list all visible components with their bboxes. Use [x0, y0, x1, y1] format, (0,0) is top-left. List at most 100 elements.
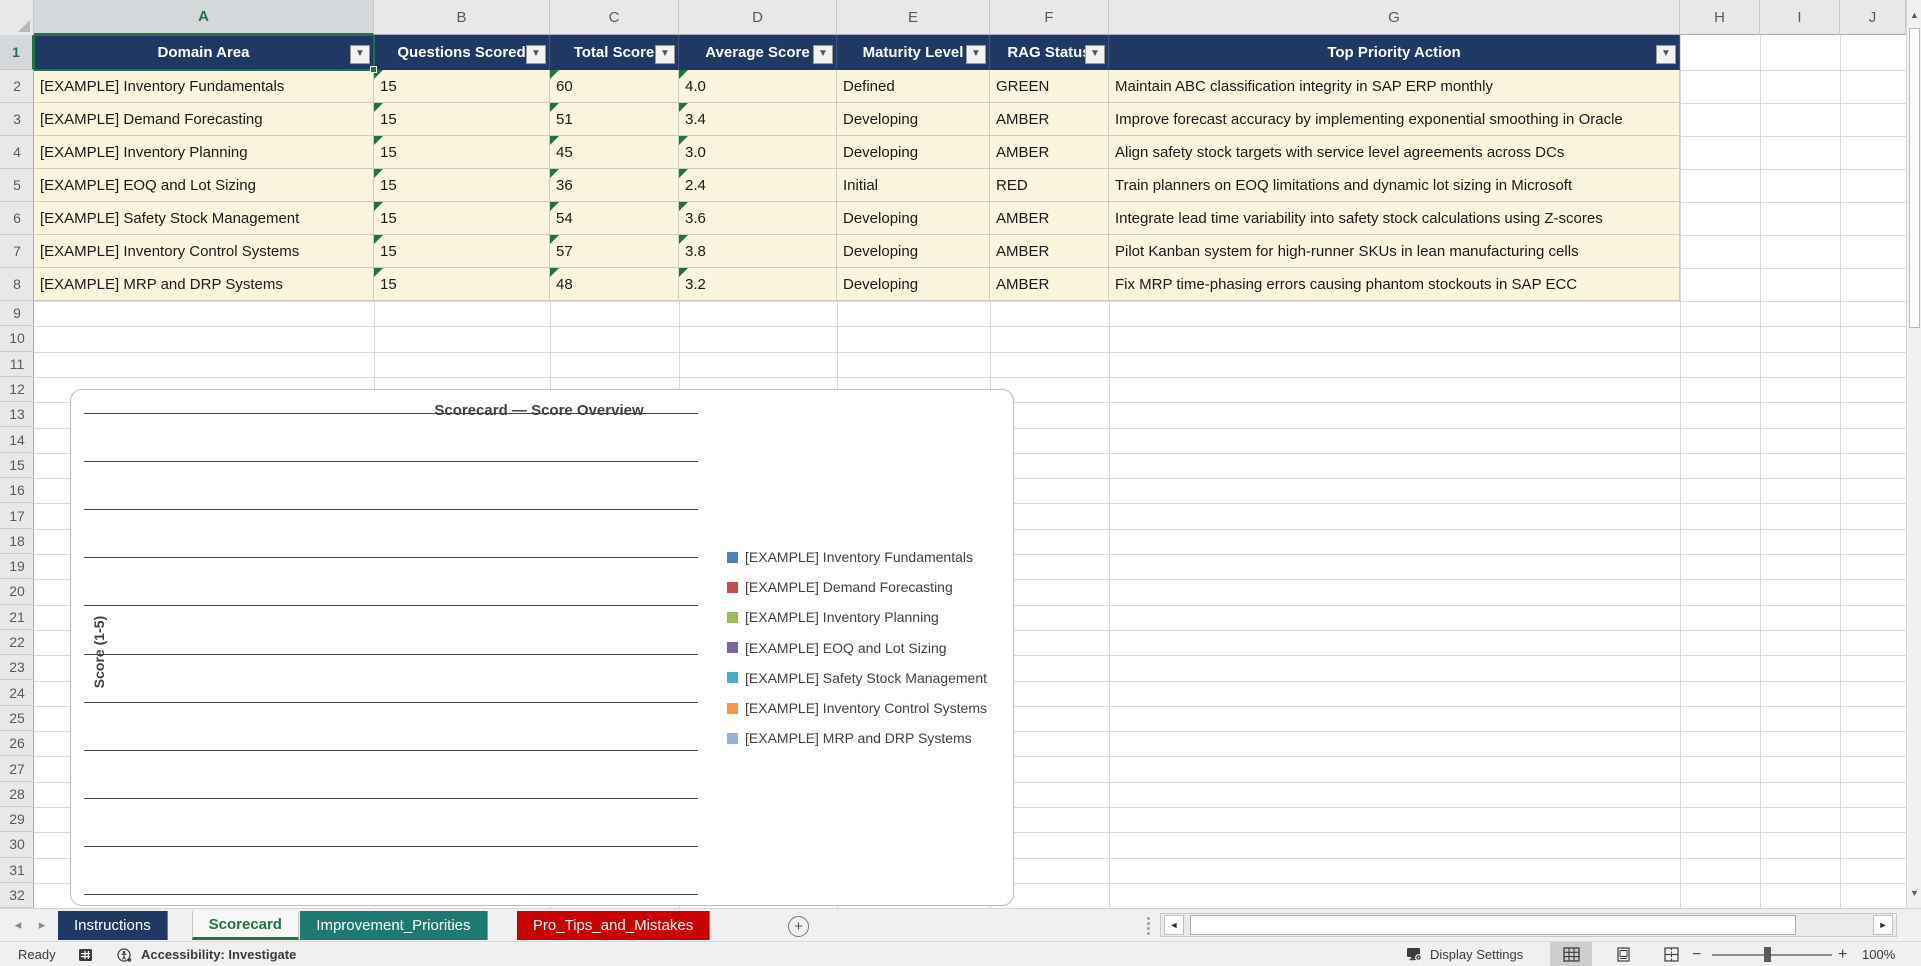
cell-F5[interactable]: RED [990, 169, 1109, 202]
cell-G5[interactable]: Train planners on EOQ limitations and dy… [1109, 169, 1680, 202]
sheet-tab-pro_tips_and_mistakes[interactable]: Pro_Tips_and_Mistakes [516, 911, 711, 940]
row-header-12[interactable]: 12 [0, 377, 34, 403]
macro-record-icon[interactable] [78, 942, 93, 966]
cell-C7[interactable]: 57 [550, 235, 679, 268]
table-header-top-priority-action[interactable]: Top Priority Action ▼ [1109, 35, 1680, 70]
row-header-27[interactable]: 27 [0, 756, 34, 782]
row-header-32[interactable]: 32 [0, 883, 34, 909]
cell-A3[interactable]: [EXAMPLE] Demand Forecasting [34, 103, 374, 136]
row-header-3[interactable]: 3 [0, 103, 34, 136]
row-header-13[interactable]: 13 [0, 402, 34, 428]
cell-G6[interactable]: Integrate lead time variability into saf… [1109, 202, 1680, 235]
cell-B7[interactable]: 15 [374, 235, 550, 268]
zoom-level[interactable]: 100% [1862, 942, 1895, 966]
row-header-19[interactable]: 19 [0, 554, 34, 580]
cell-A8[interactable]: [EXAMPLE] MRP and DRP Systems [34, 268, 374, 301]
row-header-11[interactable]: 11 [0, 352, 34, 377]
table-header-domain-area[interactable]: Domain Area ▼ [34, 35, 374, 70]
sheet-tab-instructions[interactable]: Instructions [58, 911, 168, 940]
column-header-J[interactable]: J [1840, 0, 1906, 35]
add-sheet-button[interactable]: + [788, 916, 809, 937]
cell-D7[interactable]: 3.8 [679, 235, 837, 268]
view-normal-button[interactable] [1550, 942, 1592, 966]
cell-F6[interactable]: AMBER [990, 202, 1109, 235]
column-header-A[interactable]: A [34, 0, 374, 35]
cell-A6[interactable]: [EXAMPLE] Safety Stock Management [34, 202, 374, 235]
cell-B3[interactable]: 15 [374, 103, 550, 136]
sheet-tab-improvement_priorities[interactable]: Improvement_Priorities [300, 911, 488, 940]
scroll-up-arrow-icon[interactable]: ▲ [1908, 4, 1921, 26]
column-header-B[interactable]: B [374, 0, 550, 35]
cell-E4[interactable]: Developing [837, 136, 990, 169]
cell-D6[interactable]: 3.6 [679, 202, 837, 235]
row-header-10[interactable]: 10 [0, 326, 34, 352]
column-header-C[interactable]: C [550, 0, 679, 35]
scroll-right-arrow-icon[interactable]: ► [1873, 915, 1893, 935]
cell-C5[interactable]: 36 [550, 169, 679, 202]
cell-D5[interactable]: 2.4 [679, 169, 837, 202]
zoom-slider-track[interactable] [1712, 954, 1832, 956]
cell-F3[interactable]: AMBER [990, 103, 1109, 136]
row-header-15[interactable]: 15 [0, 453, 34, 479]
cell-E2[interactable]: Defined [837, 70, 990, 103]
cell-C3[interactable]: 51 [550, 103, 679, 136]
row-header-4[interactable]: 4 [0, 136, 34, 169]
cell-A2[interactable]: [EXAMPLE] Inventory Fundamentals [34, 70, 374, 103]
row-header-21[interactable]: 21 [0, 605, 34, 630]
row-header-1[interactable]: 1 [0, 35, 34, 70]
cell-E7[interactable]: Developing [837, 235, 990, 268]
cell-C2[interactable]: 60 [550, 70, 679, 103]
table-header-maturity-level[interactable]: Maturity Level ▼ [837, 35, 990, 70]
cell-A4[interactable]: [EXAMPLE] Inventory Planning [34, 136, 374, 169]
row-header-2[interactable]: 2 [0, 70, 34, 103]
cell-G7[interactable]: Pilot Kanban system for high-runner SKUs… [1109, 235, 1680, 268]
row-header-7[interactable]: 7 [0, 235, 34, 268]
column-header-H[interactable]: H [1680, 0, 1760, 35]
scroll-left-arrow-icon[interactable]: ◄ [1164, 915, 1184, 935]
table-header-average-score[interactable]: Average Score ▼ [679, 35, 837, 70]
embedded-chart[interactable]: Score (1-5) Scorecard — Score Overview [E… [70, 389, 1014, 906]
view-page-break-button[interactable] [1650, 942, 1692, 966]
row-header-16[interactable]: 16 [0, 478, 34, 504]
filter-dropdown-icon[interactable]: ▼ [1656, 44, 1676, 64]
row-header-22[interactable]: 22 [0, 630, 34, 656]
filter-dropdown-icon[interactable]: ▼ [1085, 44, 1105, 64]
cell-A7[interactable]: [EXAMPLE] Inventory Control Systems [34, 235, 374, 268]
view-page-layout-button[interactable] [1602, 942, 1644, 966]
cell-G8[interactable]: Fix MRP time-phasing errors causing phan… [1109, 268, 1680, 301]
row-header-30[interactable]: 30 [0, 832, 34, 858]
cell-D8[interactable]: 3.2 [679, 268, 837, 301]
horizontal-scroll-thumb[interactable] [1190, 915, 1796, 935]
scrollbar-resize-grip[interactable] [1144, 917, 1152, 935]
cell-B5[interactable]: 15 [374, 169, 550, 202]
cell-E6[interactable]: Developing [837, 202, 990, 235]
row-header-20[interactable]: 20 [0, 579, 34, 605]
row-header-29[interactable]: 29 [0, 807, 34, 833]
filter-dropdown-icon[interactable]: ▼ [526, 44, 546, 64]
table-header-questions-scored[interactable]: Questions Scored ▼ [374, 35, 550, 70]
row-header-6[interactable]: 6 [0, 202, 34, 235]
zoom-in-button[interactable]: + [1838, 942, 1847, 966]
row-header-8[interactable]: 8 [0, 268, 34, 301]
cell-F2[interactable]: GREEN [990, 70, 1109, 103]
column-header-E[interactable]: E [837, 0, 990, 35]
row-header-31[interactable]: 31 [0, 858, 34, 883]
cell-B2[interactable]: 15 [374, 70, 550, 103]
cell-C4[interactable]: 45 [550, 136, 679, 169]
tab-nav-left-icon[interactable]: ◂ [8, 915, 28, 935]
table-header-rag-status[interactable]: RAG Status ▼ [990, 35, 1109, 70]
row-header-23[interactable]: 23 [0, 655, 34, 681]
column-header-I[interactable]: I [1760, 0, 1840, 35]
cell-C8[interactable]: 48 [550, 268, 679, 301]
column-header-G[interactable]: G [1109, 0, 1680, 35]
cell-G3[interactable]: Improve forecast accuracy by implementin… [1109, 103, 1680, 136]
cell-G4[interactable]: Align safety stock targets with service … [1109, 136, 1680, 169]
vertical-scroll-thumb[interactable] [1909, 28, 1920, 328]
row-header-9[interactable]: 9 [0, 301, 34, 327]
filter-dropdown-icon[interactable]: ▼ [813, 44, 833, 64]
horizontal-scrollbar[interactable]: ◄ ► [1160, 913, 1897, 937]
row-header-5[interactable]: 5 [0, 169, 34, 202]
accessibility-checker[interactable]: Accessibility: Investigate [116, 942, 296, 966]
vertical-scrollbar[interactable]: ▲ ▼ [1906, 0, 1921, 908]
select-all-corner[interactable] [0, 0, 34, 35]
